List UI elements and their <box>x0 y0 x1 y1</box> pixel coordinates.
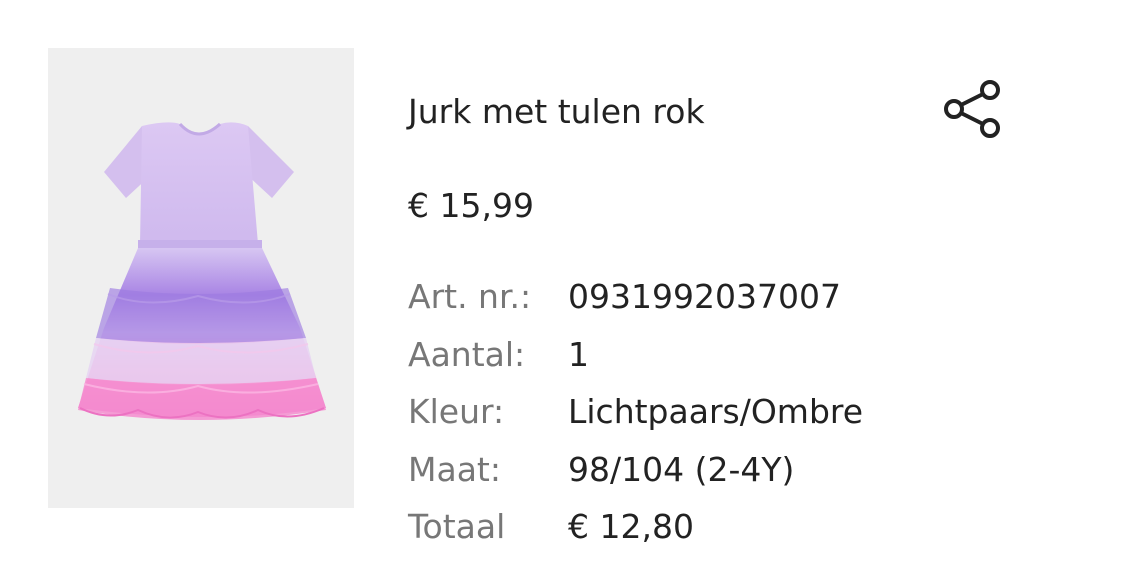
dress-illustration <box>78 122 326 420</box>
quantity-label: Aantal: <box>408 334 526 374</box>
total-label: Totaal <box>408 507 506 547</box>
detail-row-color: Kleur: Lichtpaars/Ombre <box>408 383 863 441</box>
detail-row-quantity: Aantal: 1 <box>408 326 863 384</box>
size-value: 98/104 (2-4Y) <box>568 449 795 489</box>
product-image[interactable] <box>48 48 354 508</box>
detail-row-total: Totaal € 12,80 <box>408 498 863 556</box>
article-number-value: 0931992037007 <box>568 277 841 317</box>
size-label: Maat: <box>408 449 501 489</box>
share-icon <box>944 80 1000 138</box>
detail-row-size: Maat: 98/104 (2-4Y) <box>408 441 863 499</box>
article-number-label: Art. nr.: <box>408 277 532 317</box>
order-item-card: Jurk met tulen rok € 15,99 Art. nr.: 093… <box>0 0 1125 564</box>
color-value: Lichtpaars/Ombre <box>568 392 864 432</box>
share-button[interactable] <box>936 76 1008 144</box>
detail-row-article-number: Art. nr.: 0931992037007 <box>408 268 863 326</box>
quantity-value: 1 <box>568 334 589 374</box>
color-label: Kleur: <box>408 392 505 432</box>
order-details: Art. nr.: 0931992037007 Aantal: 1 Kleur:… <box>408 268 863 556</box>
product-title[interactable]: Jurk met tulen rok <box>408 90 705 134</box>
total-value: € 12,80 <box>568 507 694 547</box>
product-price: € 15,99 <box>408 186 534 225</box>
